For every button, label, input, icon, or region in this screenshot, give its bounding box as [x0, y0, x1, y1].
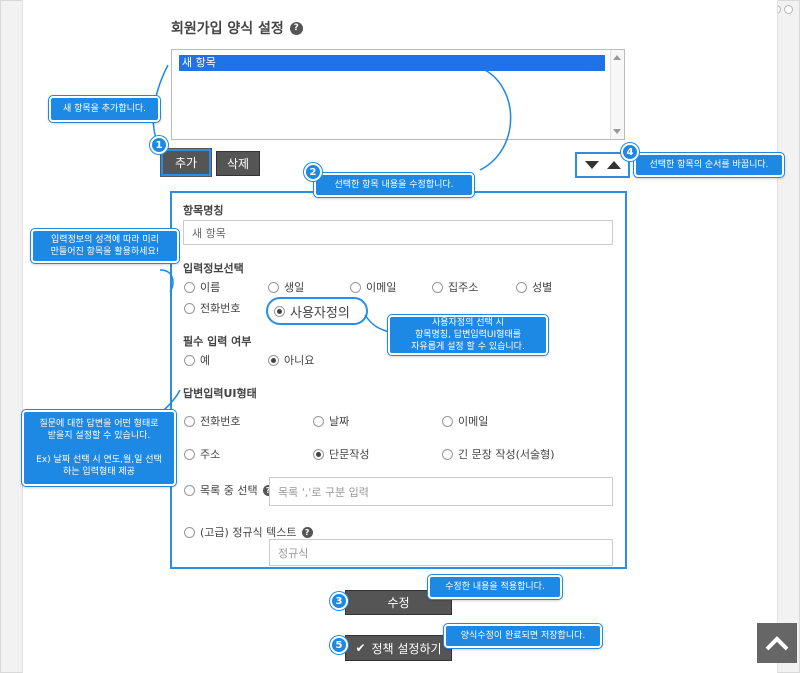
radio-circle-icon	[184, 415, 195, 427]
step-badge-3: 3	[330, 592, 348, 610]
ui-type-label: 답변입력UI형태	[183, 387, 257, 400]
tooltip-save-done: 양식수정이 완료되면 저장합니다.	[444, 624, 602, 648]
radio-custom[interactable]: 사용자정의	[274, 302, 350, 321]
radio-circle-icon	[516, 281, 527, 293]
radio-required-yes[interactable]: 예	[184, 352, 210, 368]
radio-ui-phone[interactable]: 전화번호	[184, 413, 240, 429]
tooltip-reorder: 선택한 항목의 순서를 바꿉니다.	[634, 153, 784, 177]
help-icon[interactable]: ?	[301, 526, 313, 538]
radio-ui-short-text[interactable]: 단문작성	[313, 446, 369, 462]
tooltip-custom-info: 사용자정의 선택 시 항목명칭, 답변입력UI형태를 자유롭게 설정 할 수 있…	[388, 315, 548, 355]
delete-button[interactable]: 삭제	[216, 151, 260, 176]
list-item-selected[interactable]: 새 항목	[179, 55, 605, 71]
radio-selected-icon	[274, 306, 285, 317]
input-info-label: 입력정보선택	[183, 262, 244, 275]
radio-ui-long-text[interactable]: 긴 문장 작성(서술형)	[442, 446, 555, 462]
radio-gender[interactable]: 성별	[516, 279, 552, 295]
item-listbox[interactable]: 새 항목	[171, 49, 625, 140]
scroll-down-arrow-icon[interactable]	[613, 129, 621, 134]
radio-name[interactable]: 이름	[184, 279, 220, 295]
radio-required-no[interactable]: 아니요	[268, 352, 314, 368]
radio-ui-regex[interactable]: (고급) 정규식 텍스트?	[184, 524, 313, 540]
regex-input[interactable]: 정규식	[269, 539, 613, 566]
radio-selected-icon	[313, 448, 324, 460]
list-options-input[interactable]: 목록 ','로 구분 입력	[269, 477, 613, 506]
scroll-up-arrow-icon[interactable]	[613, 55, 621, 60]
step-badge-2: 2	[304, 163, 322, 181]
tooltip-add-item: 새 항목을 추가합니다.	[49, 96, 160, 122]
radio-circle-icon	[184, 448, 195, 460]
page-title: 회원가입 양식 설정 ?	[171, 18, 303, 38]
help-icon[interactable]: ?	[289, 21, 303, 35]
required-label: 필수 입력 여부	[183, 335, 252, 348]
item-edit-panel	[170, 191, 627, 569]
radio-ui-list-select[interactable]: 목록 중 선택?	[184, 482, 274, 498]
step-badge-4: 4	[621, 143, 639, 161]
radio-email[interactable]: 이메일	[350, 279, 396, 295]
move-up-icon[interactable]	[606, 161, 621, 169]
radio-circle-icon	[268, 281, 279, 293]
radio-address[interactable]: 집주소	[432, 279, 478, 295]
radio-circle-icon	[442, 415, 453, 427]
step-badge-5: 5	[330, 636, 348, 654]
radio-circle-icon	[184, 526, 195, 538]
window-dot-icon[interactable]	[784, 5, 793, 14]
chevron-up-icon	[765, 636, 789, 651]
scroll-to-top-button[interactable]	[757, 623, 797, 663]
radio-circle-icon	[184, 354, 195, 366]
radio-circle-icon	[184, 281, 195, 293]
radio-circle-icon	[432, 281, 443, 293]
radio-ui-email[interactable]: 이메일	[442, 413, 488, 429]
check-icon: ✔	[355, 641, 366, 655]
radio-ui-address[interactable]: 주소	[184, 446, 220, 462]
radio-circle-icon	[313, 415, 324, 427]
tooltip-apply: 수정한 내용을 적용합니다.	[428, 575, 562, 599]
radio-phone[interactable]: 전화번호	[184, 300, 240, 316]
save-policy-button[interactable]: ✔ 정책 설정하기	[345, 635, 452, 661]
step-badge-1: 1	[150, 136, 168, 154]
tooltip-preset-items: 입력정보의 성격에 따라 미리 만들어진 항목을 활용하세요!	[31, 229, 179, 263]
radio-ui-date[interactable]: 날짜	[313, 413, 349, 429]
save-policy-label: 정책 설정하기	[371, 641, 442, 656]
item-name-label: 항목명칭	[183, 204, 224, 217]
move-down-icon[interactable]	[584, 161, 599, 169]
tooltip-edit-selected: 선택한 항목 내용을 수정합니다.	[314, 173, 474, 197]
radio-selected-icon	[268, 354, 279, 366]
radio-circle-icon	[184, 484, 195, 496]
radio-birthday[interactable]: 생일	[268, 279, 304, 295]
radio-circle-icon	[184, 302, 195, 314]
tooltip-ui-type: 질문에 대한 답변을 어떤 형태로 받을지 설정할 수 있습니다. Ex) 날짜…	[22, 410, 176, 486]
add-button[interactable]: 추가	[160, 148, 212, 177]
radio-circle-icon	[350, 281, 361, 293]
radio-circle-icon	[442, 448, 453, 460]
listbox-scrollbar[interactable]	[610, 50, 624, 139]
item-name-input[interactable]: 새 항목	[183, 220, 613, 245]
page-title-text: 회원가입 양식 설정	[171, 21, 284, 37]
